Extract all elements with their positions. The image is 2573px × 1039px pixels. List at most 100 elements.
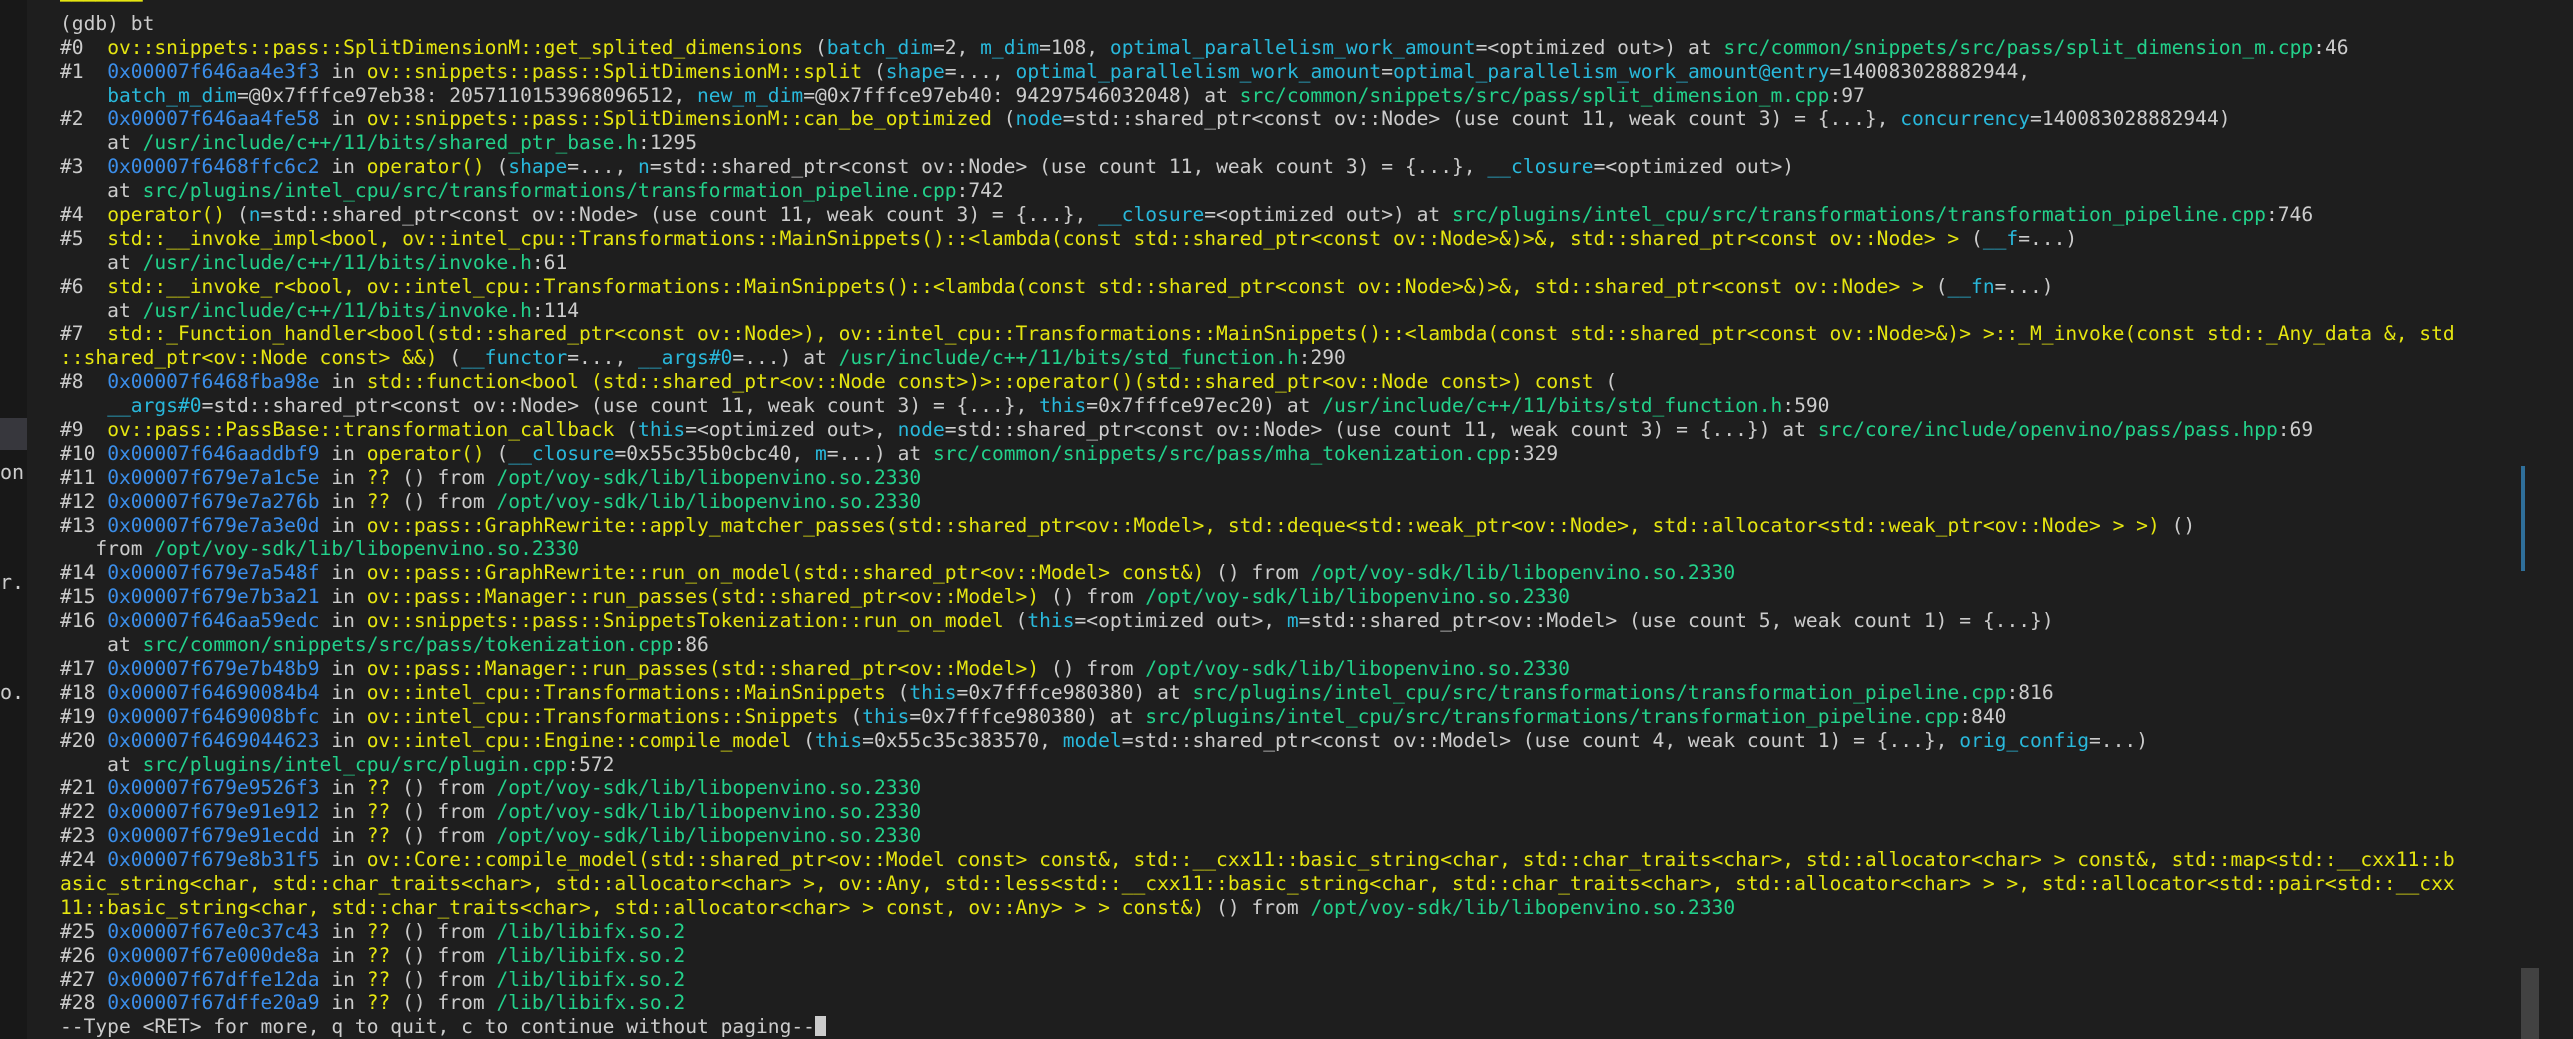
- text-segment: (: [614, 418, 639, 442]
- text-segment: in: [319, 824, 367, 848]
- text-segment: =std::shared_ptr<const ov::Node> (use co…: [201, 394, 1040, 418]
- text-segment: ov::pass::GraphRewrite::apply_matcher_pa…: [366, 513, 2160, 537]
- text-segment: std::function<bool (std::shared_ptr<ov::…: [366, 370, 1594, 394]
- text-segment: in: [319, 991, 367, 1015]
- text-segment: __closure: [1487, 155, 1594, 179]
- gdb-command-line: (gdb) bt: [60, 12, 2533, 36]
- text-segment: 0x00007f6469008bfc: [107, 704, 320, 728]
- sidebar-fragment[interactable]: r...: [0, 570, 27, 594]
- text-segment: src/plugins/intel_cpu/src/transformation…: [1452, 203, 2266, 227]
- text-segment: /usr/include/c++/11/bits/std_function.h: [1322, 394, 1783, 418]
- text-segment: () from: [390, 991, 497, 1015]
- text-segment: =std::shared_ptr<ov::Model> (use count 5…: [1298, 609, 2054, 633]
- text-segment: =0x7fffce97ec20) at: [1086, 394, 1323, 418]
- text-segment: m: [815, 441, 827, 465]
- backtrace-line: #15 0x00007f679e7b3a21 in ov::pass::Mana…: [60, 585, 2533, 609]
- text-segment: =@0x7fffce97eb40: 94297546032048) at: [803, 83, 1240, 107]
- text-segment: :329: [1511, 441, 1559, 465]
- text-segment: #7: [60, 322, 108, 346]
- text-segment: =std::shared_ptr<const ov::Node> (use co…: [944, 418, 1818, 442]
- backtrace-line: #25 0x00007f67e0c37c43 in ?? () from /li…: [60, 920, 2533, 944]
- text-segment: () from: [390, 776, 497, 800]
- text-segment: =<optimized out>) at: [1475, 35, 1724, 59]
- backtrace-line: #22 0x00007f679e91e912 in ?? () from /op…: [60, 800, 2533, 824]
- text-segment: in: [319, 609, 367, 633]
- text-segment: ov::pass::PassBase::transformation_callb…: [107, 418, 615, 442]
- text-segment: =...,: [944, 59, 1016, 83]
- text-segment: /lib/libifx.so.2: [496, 991, 686, 1015]
- text-segment: ov::snippets::pass::SnippetsTokenization…: [366, 609, 1004, 633]
- backtrace-line: 11::basic_string<char, std::char_traits<…: [60, 896, 2533, 920]
- text-segment: std::__invoke_r<bool, ov::intel_cpu::Tra…: [107, 274, 1936, 298]
- text-segment: #14: [60, 561, 108, 585]
- sidebar-selected-item[interactable]: [0, 418, 27, 450]
- text-segment: =...,: [567, 155, 639, 179]
- text-segment: ??: [366, 489, 391, 513]
- text-segment: src/plugins/intel_cpu/src/transformation…: [142, 179, 957, 203]
- text-segment: in: [319, 561, 367, 585]
- text-segment: 0x00007f646aa4fe58: [107, 107, 320, 131]
- block-cursor-icon: [814, 1016, 826, 1037]
- sidebar-fragment[interactable]: on: [0, 460, 24, 484]
- text-segment: =...): [2018, 226, 2078, 250]
- text-segment: node: [897, 418, 945, 442]
- text-segment: #21: [60, 776, 108, 800]
- backtrace-line: #13 0x00007f679e7a3e0d in ov::pass::Grap…: [60, 514, 2533, 538]
- text-segment: #8: [60, 370, 108, 394]
- text-segment: ov::pass::Manager::run_passes(std::share…: [366, 585, 1040, 609]
- text-segment: 0x00007f646aaddbf9: [107, 441, 320, 465]
- backtrace-line: #3 0x00007f6468ffc6c2 in operator() (sha…: [60, 155, 2533, 179]
- text-segment: ═══════: [60, 0, 143, 11]
- backtrace-line: #18 0x00007f64690084b4 in ov::intel_cpu:…: [60, 681, 2533, 705]
- text-segment: src/plugins/intel_cpu/src/plugin.cpp: [142, 752, 568, 776]
- text-segment: /lib/libifx.so.2: [496, 967, 686, 991]
- text-segment: std::_Function_handler<bool(std::shared_…: [107, 322, 2455, 346]
- text-segment: =...,: [567, 346, 639, 370]
- text-segment: =: [1381, 59, 1394, 83]
- text-segment: in: [319, 465, 367, 489]
- text-segment: /opt/voy-sdk/lib/libopenvino.so.2330: [154, 537, 580, 561]
- text-segment: at: [60, 250, 143, 274]
- text-segment: () from: [390, 919, 497, 943]
- text-segment: 0x00007f679e91ecdd: [107, 824, 320, 848]
- text-segment: n: [248, 203, 261, 227]
- terminal-scrollbar-thumb[interactable]: [2521, 968, 2539, 1039]
- backtrace-line: #20 0x00007f6469044623 in ov::intel_cpu:…: [60, 729, 2533, 753]
- text-segment: 0x00007f679e7a3e0d: [107, 513, 320, 537]
- sidebar-fragment[interactable]: o...: [0, 680, 27, 704]
- text-segment: () from: [1039, 585, 1146, 609]
- text-segment: in: [319, 370, 367, 394]
- text-segment: src/common/snippets/src/pass/mha_tokeniz…: [932, 441, 1511, 465]
- text-segment: #3: [60, 155, 108, 179]
- text-segment: operator(): [366, 155, 485, 179]
- text-segment: =...) at: [826, 441, 933, 465]
- text-segment: :86: [673, 633, 709, 657]
- text-segment: (): [2159, 513, 2196, 537]
- text-segment: [60, 394, 107, 417]
- text-segment: in: [319, 728, 367, 752]
- text-segment: src/common/snippets/src/pass/split_dimen…: [1723, 35, 2314, 59]
- text-segment: #16: [60, 609, 108, 633]
- backtrace-line: #19 0x00007f6469008bfc in ov::intel_cpu:…: [60, 705, 2533, 729]
- terminal-output[interactable]: ═══════(gdb) bt#0 ov::snippets::pass::Sp…: [60, 0, 2533, 1039]
- text-segment: (: [225, 203, 249, 227]
- text-segment: __fn: [1947, 274, 1995, 298]
- text-segment: :46: [2313, 35, 2349, 59]
- text-segment: in: [319, 680, 367, 704]
- backtrace-line: #24 0x00007f679e8b31f5 in ov::Core::comp…: [60, 848, 2533, 872]
- text-segment: __args#0: [107, 394, 202, 418]
- text-segment: asic_string<char, std::char_traits<char>…: [60, 871, 2455, 895]
- text-segment: /usr/include/c++/11/bits/invoke.h: [142, 298, 532, 322]
- activity-sidebar: on r... o...: [0, 0, 27, 1039]
- text-segment: #11: [60, 465, 108, 489]
- text-segment: =140083028882944): [2030, 107, 2231, 131]
- text-segment: ??: [366, 967, 391, 991]
- text-segment: :742: [956, 179, 1004, 203]
- text-segment: #26: [60, 943, 108, 967]
- text-segment: --Type <RET> for more, q to quit, c to c…: [60, 1015, 815, 1039]
- backtrace-line: #5 std::__invoke_impl<bool, ov::intel_cp…: [60, 227, 2533, 251]
- text-segment: std::__invoke_impl<bool, ov::intel_cpu::…: [107, 226, 1972, 250]
- text-segment: #6: [60, 274, 108, 298]
- text-segment: in: [319, 59, 367, 83]
- text-segment: src/plugins/intel_cpu/src/transformation…: [1192, 680, 2007, 704]
